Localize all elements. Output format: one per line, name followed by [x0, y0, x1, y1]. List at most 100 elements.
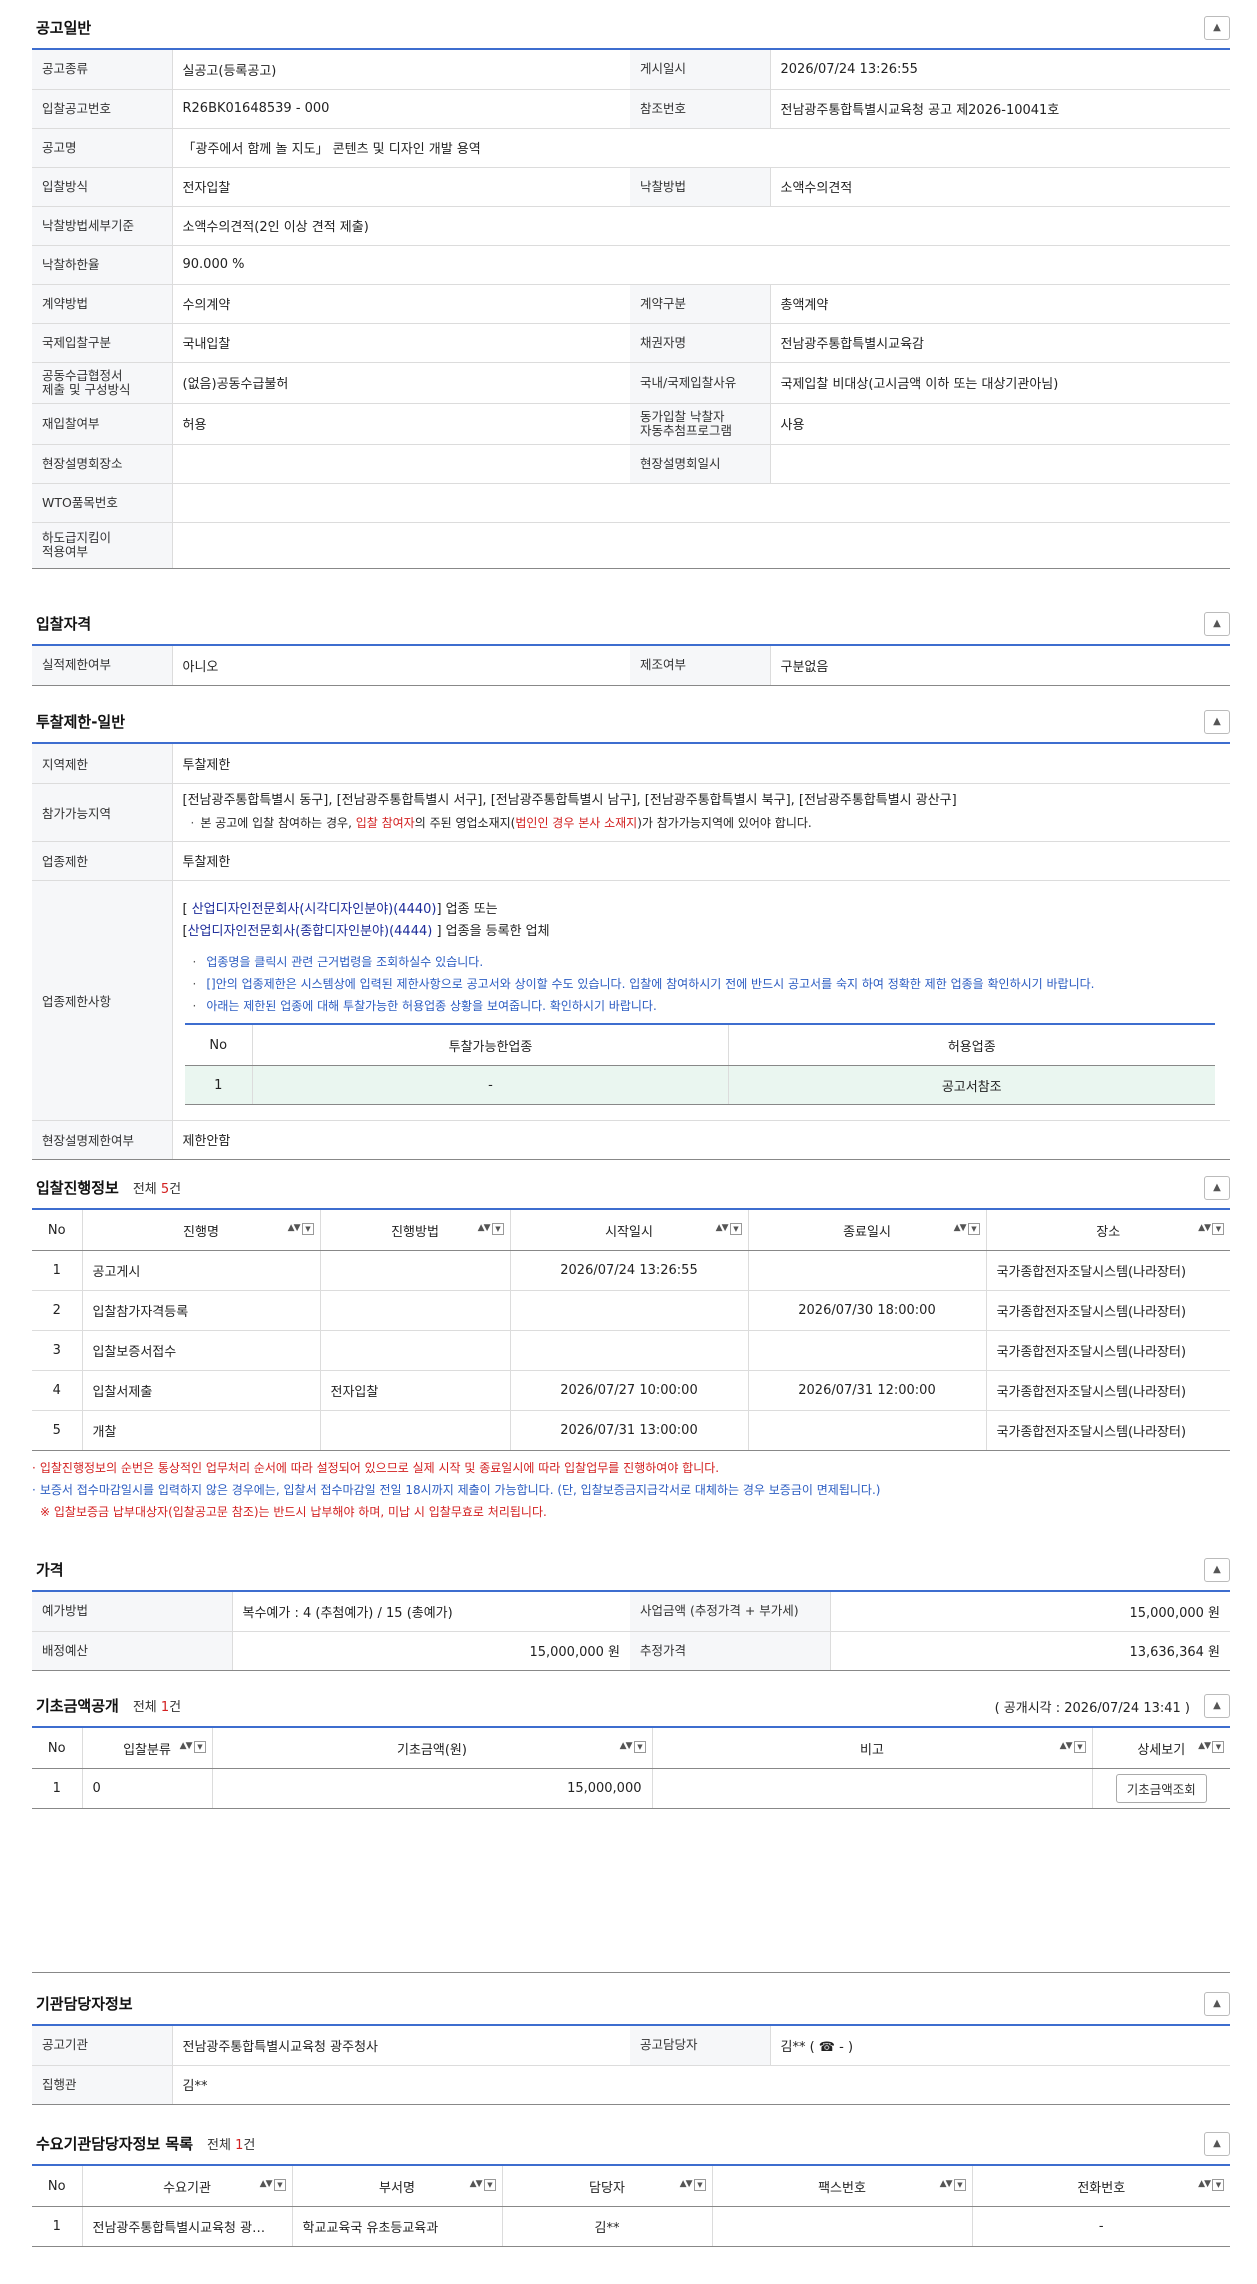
- table-row: 낙찰하한율 90.000 %: [32, 245, 1230, 285]
- section-header: 기초금액공개 전체 1건 ( 공개시각 : 2026/07/24 13:41 ) …: [32, 1686, 1230, 1728]
- col-header[interactable]: 시작일시 ▲▼ ▼: [510, 1210, 749, 1251]
- field-value: [172, 522, 1230, 569]
- table-row: 2 입찰참가자격등록 2026/07/30 18:00:00 국가종합전자조달시스템(…: [32, 1290, 1230, 1331]
- demand-agency-table: No 수요기관 ▲▼ ▼ 부서명 ▲▼ ▼ 담당자 ▲▼ ▼ 팩스번호 ▲▼ ▼ 전화번호 ▲▼ ▼ 1 전남…: [32, 2166, 1230, 2247]
- filter-icon[interactable]: ▼: [953, 2179, 966, 2191]
- info-bullet: · 아래는 제한된 업종에 대해 투찰가능한 허용업종 상황을 보여줍니다. 확인…: [192, 999, 657, 1013]
- filter-icon[interactable]: ▼: [301, 1223, 314, 1235]
- sort-icon[interactable]: ▲▼ ▼: [260, 2179, 286, 2191]
- filter-icon[interactable]: ▼: [1212, 2179, 1224, 2191]
- sort-icon[interactable]: ▲▼ ▼: [478, 1223, 504, 1235]
- filter-icon[interactable]: ▼: [693, 2179, 706, 2191]
- section-price: 가격 ▲ 예가방법 복수예가 : 4 (추첨예가) / 15 (총예가) 사업금액 …: [32, 1550, 1230, 1671]
- collapse-toggle-button[interactable]: ▲: [1204, 1558, 1230, 1582]
- section-title: 투찰제한-일반: [36, 713, 126, 731]
- collapse-toggle-button[interactable]: ▲: [1204, 1992, 1230, 2016]
- field-label: 예가방법: [32, 1592, 233, 1632]
- field-label: 공동수급협정서 제출 및 구성방식: [32, 362, 173, 404]
- sort-icon[interactable]: ▲▼ ▼: [1198, 1741, 1224, 1753]
- field-value: 수의계약: [172, 284, 630, 324]
- col-header[interactable]: 진행방법 ▲▼ ▼: [320, 1210, 511, 1251]
- col-header[interactable]: 비고 ▲▼ ▼: [652, 1728, 1093, 1769]
- sort-icon[interactable]: ▲▼ ▼: [1198, 2179, 1224, 2191]
- progress-note: · 입찰진행정보의 순번은 통상적인 업무처리 순서에 따라 설정되어 있으므로 …: [32, 1461, 720, 1475]
- col-header[interactable]: 기초금액(원) ▲▼ ▼: [212, 1728, 653, 1769]
- general-table: 공고종류 실공고(등록공고) 게시일시 2026/07/24 13:26:55 입찰공고…: [32, 50, 1230, 569]
- field-value: 15,000,000 원: [232, 1631, 630, 1671]
- col-header[interactable]: 부서명 ▲▼ ▼: [292, 2166, 503, 2207]
- section-bid-restriction: 투찰제한-일반 ▲ 지역제한 투찰제한 참가가능지역 [전남광주통합특별시 동구…: [32, 702, 1230, 1160]
- col-header[interactable]: 장소 ▲▼ ▼: [986, 1210, 1230, 1251]
- site-value: 제한안함: [172, 1120, 1230, 1160]
- section-agency-contact: 기관담당자정보 ▲ 공고기관 전남광주통합특별시교육청 광주청사 공고담당자 김** …: [32, 1984, 1230, 2105]
- filter-icon[interactable]: ▼: [273, 2179, 286, 2191]
- filter-icon[interactable]: ▼: [633, 1741, 646, 1753]
- col-header[interactable]: 상세보기 ▲▼ ▼: [1092, 1728, 1230, 1769]
- section-header: 입찰자격 ▲: [32, 604, 1230, 646]
- field-label: 현장설명회일시: [630, 444, 771, 484]
- col-header: No: [32, 1210, 83, 1251]
- col-header[interactable]: 팩스번호 ▲▼ ▼: [712, 2166, 973, 2207]
- field-value: 김**: [172, 2065, 1230, 2105]
- field-label: 사업금액 (추정가격 + 부가세): [630, 1592, 831, 1632]
- open-time: ( 공개시각 : 2026/07/24 13:41 ): [994, 1701, 1190, 1716]
- field-label: 재입찰여부: [32, 403, 173, 445]
- sort-icon[interactable]: ▲▼ ▼: [1198, 1223, 1224, 1235]
- table-row: 입찰공고번호 R26BK01648539 - 000 참조번호 전남광주통합특별시교육…: [32, 89, 1230, 129]
- industry-detail-cell: [ 산업디자인전문회사(시각디자인분야)(4440)] 업종 또는 [산업디자인…: [172, 880, 1230, 1121]
- industry-link-4440[interactable]: 산업디자인전문회사(시각디자인분야)(4440): [192, 902, 437, 917]
- sort-icon[interactable]: ▲▼ ▼: [680, 2179, 706, 2191]
- filter-icon[interactable]: ▼: [729, 1223, 742, 1235]
- sort-icon[interactable]: ▲▼ ▼: [180, 1741, 206, 1753]
- collapse-toggle-button[interactable]: ▲: [1204, 1176, 1230, 1200]
- field-value: 2026/07/24 13:26:55: [770, 50, 1230, 90]
- areas-label: 참가가능지역: [32, 783, 173, 842]
- table-row: 공고기관 전남광주통합특별시교육청 광주청사 공고담당자 김** ( ☎ - ): [32, 2026, 1230, 2066]
- filter-icon[interactable]: ▼: [483, 2179, 496, 2191]
- col-header: No: [32, 1728, 83, 1769]
- base-amount-query-button[interactable]: 기초금액조회: [1115, 1774, 1207, 1803]
- section-title: 가격: [36, 1561, 64, 1579]
- industry-link-4444[interactable]: 산업디자인전문회사(종합디자인분야)(4444): [188, 924, 433, 939]
- collapse-toggle-button[interactable]: ▲: [1204, 2132, 1230, 2156]
- col-header[interactable]: 입찰분류 ▲▼ ▼: [82, 1728, 213, 1769]
- filter-icon[interactable]: ▼: [1212, 1223, 1224, 1235]
- info-bullet: · 업종명을 클릭시 관련 근거법령을 조회하실수 있습니다.: [192, 955, 484, 969]
- field-value: 아니오: [172, 646, 630, 686]
- collapse-toggle-button[interactable]: ▲: [1204, 612, 1230, 636]
- field-label: 공고기관: [32, 2026, 173, 2066]
- sort-icon[interactable]: ▲▼ ▼: [940, 2179, 966, 2191]
- field-value: 실공고(등록공고): [172, 50, 630, 90]
- sort-icon[interactable]: ▲▼ ▼: [620, 1741, 646, 1753]
- sort-icon[interactable]: ▲▼ ▼: [288, 1223, 314, 1235]
- col-header[interactable]: 진행명 ▲▼ ▼: [82, 1210, 321, 1251]
- col-header[interactable]: 수요기관 ▲▼ ▼: [82, 2166, 293, 2207]
- section-header: 가격 ▲: [32, 1550, 1230, 1592]
- collapse-toggle-button[interactable]: ▲: [1204, 710, 1230, 734]
- filter-icon[interactable]: ▼: [1212, 1741, 1224, 1753]
- table-row: 1 - 공고서참조: [184, 1065, 1215, 1105]
- field-label: 계약구분: [630, 284, 771, 324]
- field-label: 국제입찰구분: [32, 323, 173, 363]
- filter-icon[interactable]: ▼: [193, 1741, 206, 1753]
- filter-icon[interactable]: ▼: [491, 1223, 504, 1235]
- price-table: 예가방법 복수예가 : 4 (추첨예가) / 15 (총예가) 사업금액 (추정가격…: [32, 1592, 1230, 1671]
- sort-icon[interactable]: ▲▼ ▼: [716, 1223, 742, 1235]
- field-value: 「광주에서 함께 놀 지도」 콘텐츠 및 디자인 개발 용역: [172, 128, 1230, 168]
- section-demand-agency: 수요기관담당자정보 목록 전체 1건 ▲ No 수요기관 ▲▼ ▼ 부서명 ▲▼ ▼ 담당자 ▲▼…: [32, 2124, 1230, 2247]
- collapse-toggle-button[interactable]: ▲: [1204, 16, 1230, 40]
- sort-icon[interactable]: ▲▼ ▼: [470, 2179, 496, 2191]
- sort-icon[interactable]: ▲▼ ▼: [954, 1223, 980, 1235]
- col-header[interactable]: 전화번호 ▲▼ ▼: [972, 2166, 1230, 2207]
- filter-icon[interactable]: ▼: [1073, 1741, 1086, 1753]
- field-value: 복수예가 : 4 (추첨예가) / 15 (총예가): [232, 1592, 630, 1632]
- col-header[interactable]: 종료일시 ▲▼ ▼: [748, 1210, 987, 1251]
- field-value: 구분없음: [770, 646, 1230, 686]
- areas-cell: [전남광주통합특별시 동구], [전남광주통합특별시 서구], [전남광주통합특…: [172, 783, 1230, 842]
- field-value: 사용: [770, 403, 1230, 445]
- filter-icon[interactable]: ▼: [967, 1223, 980, 1235]
- collapse-toggle-button[interactable]: ▲: [1204, 1694, 1230, 1718]
- sort-icon[interactable]: ▲▼ ▼: [1060, 1741, 1086, 1753]
- table-row: 하도급지킴이 적용여부: [32, 522, 1230, 569]
- col-header[interactable]: 담당자 ▲▼ ▼: [502, 2166, 713, 2207]
